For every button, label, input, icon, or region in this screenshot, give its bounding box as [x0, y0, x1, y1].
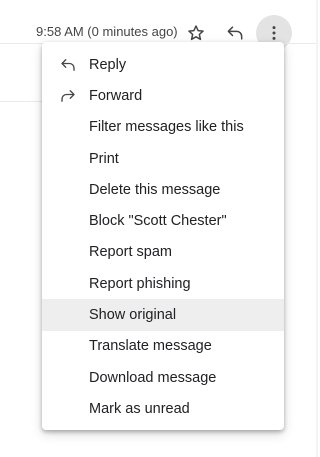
- menu-item-label: Translate message: [89, 338, 212, 355]
- menu-item-block-sender[interactable]: Block "Scott Chester": [42, 205, 284, 236]
- scrollbar-track: [316, 0, 318, 457]
- message-timestamp: 9:58 AM (0 minutes ago): [36, 24, 178, 39]
- menu-item-label: Reply: [89, 56, 127, 73]
- menu-item-mark-unread[interactable]: Mark as unread: [42, 393, 284, 424]
- menu-item-label: Report spam: [89, 244, 173, 261]
- divider: [0, 101, 44, 102]
- message-options-menu: Reply Forward Filter messages like this …: [42, 42, 284, 430]
- menu-item-delete[interactable]: Delete this message: [42, 174, 284, 205]
- menu-item-label: Block "Scott Chester": [89, 213, 227, 230]
- menu-item-report-spam[interactable]: Report spam: [42, 237, 284, 268]
- menu-item-label: Show original: [89, 307, 177, 324]
- star-icon: [188, 25, 204, 41]
- menu-item-label: Print: [89, 150, 119, 167]
- menu-item-label: Forward: [89, 87, 143, 104]
- reply-icon: [59, 56, 77, 74]
- menu-item-forward[interactable]: Forward: [42, 80, 284, 111]
- more-vert-icon: [272, 26, 276, 40]
- reply-icon: [227, 26, 243, 40]
- menu-item-label: Mark as unread: [89, 400, 190, 417]
- menu-item-translate[interactable]: Translate message: [42, 331, 284, 362]
- menu-item-label: Filter messages like this: [89, 119, 244, 136]
- menu-item-filter-messages[interactable]: Filter messages like this: [42, 112, 284, 143]
- menu-item-label: Download message: [89, 369, 217, 386]
- menu-item-download[interactable]: Download message: [42, 362, 284, 393]
- forward-icon: [59, 87, 77, 105]
- menu-item-label: Report phishing: [89, 275, 191, 292]
- menu-item-show-original[interactable]: Show original: [42, 299, 284, 331]
- menu-item-print[interactable]: Print: [42, 143, 284, 174]
- menu-item-report-phishing[interactable]: Report phishing: [42, 268, 284, 299]
- menu-item-label: Delete this message: [89, 181, 221, 198]
- menu-item-reply[interactable]: Reply: [42, 49, 284, 80]
